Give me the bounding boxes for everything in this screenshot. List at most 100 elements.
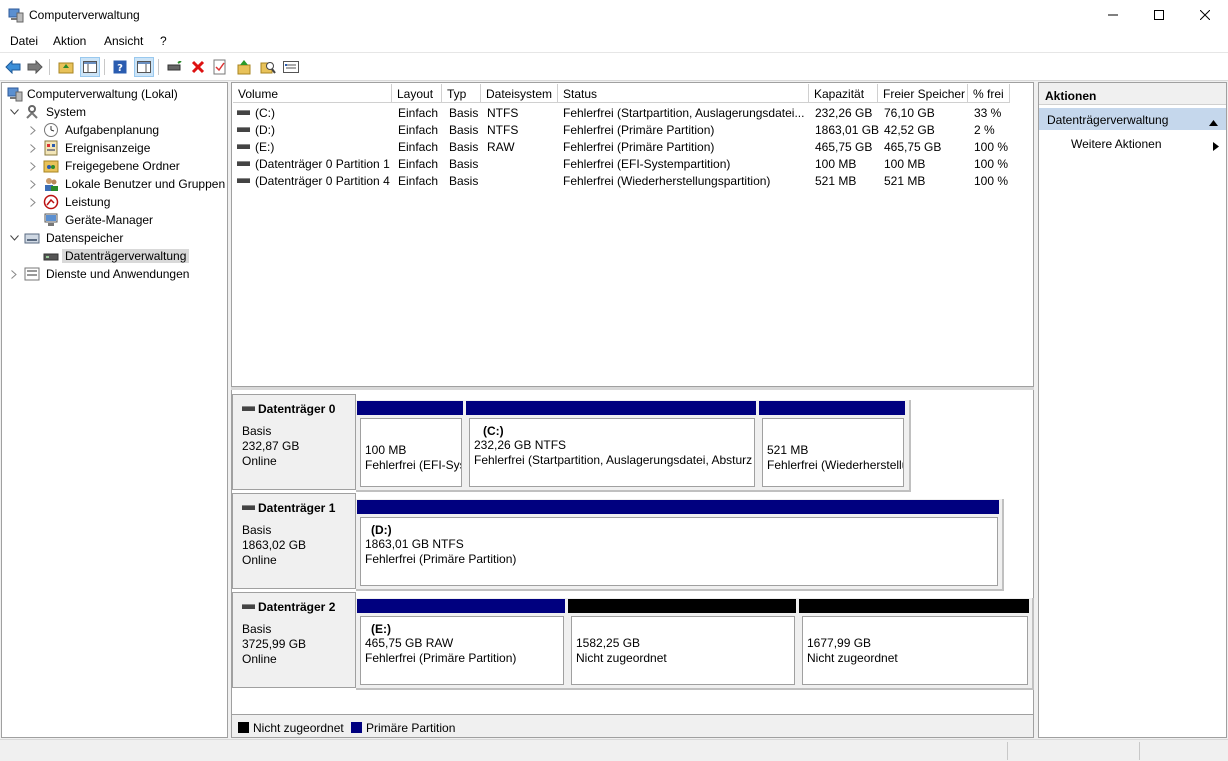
disk-management-icon [43, 248, 59, 264]
tree-node-ereignisanzeige[interactable]: Ereignisanzeige [5, 139, 225, 157]
disk-icon [242, 504, 255, 510]
layout-cell: Einfach [398, 174, 439, 188]
volume-row[interactable]: (D:) Einfach Basis NTFS Fehlerfrei (Prim… [233, 121, 1033, 138]
event-viewer-icon [43, 140, 59, 156]
percent-free-cell: 33 % [974, 106, 1002, 120]
weitere-aktionen-item[interactable]: Weitere Aktionen [1071, 137, 1162, 151]
partition-disk2-unallocated-2[interactable]: 1677,99 GB Nicht zugeordnet [799, 599, 1031, 687]
computer-management-icon [8, 7, 24, 23]
column-header-layout[interactable]: Layout [392, 84, 442, 103]
back-arrow-icon[interactable] [3, 57, 23, 77]
disk-0-state: Online [242, 454, 277, 468]
show-hide-actions-icon[interactable] [134, 57, 154, 77]
partition-status: Fehlerfrei (Primäre Partition) [365, 552, 517, 566]
percent-free-cell: 100 % [974, 174, 1009, 188]
free-space-cell: 465,75 GB [884, 140, 942, 154]
legend-swatch-primary [351, 722, 362, 733]
services-icon [24, 266, 40, 282]
disk-2-type: Basis [242, 622, 272, 636]
tree-label-freigaben: Freigegebene Ordner [65, 159, 180, 173]
maximize-button[interactable] [1136, 0, 1182, 30]
disk-0-label[interactable]: Datenträger 0 Basis 232,87 GB Online [232, 394, 356, 490]
chevron-down-icon[interactable] [8, 104, 20, 120]
tree-node-datentraegerverwaltung[interactable]: Datenträgerverwaltung [5, 247, 225, 265]
volume-icon [237, 144, 250, 149]
delete-icon[interactable] [188, 57, 208, 77]
filesystem-cell: NTFS [487, 106, 519, 120]
partition-disk0-c[interactable]: (C:) 232,26 GB NTFS Fehlerfrei (Startpar… [466, 401, 758, 489]
partition-size: 232,26 GB NTFS [474, 438, 567, 452]
free-space-cell: 100 MB [884, 157, 926, 171]
column-header-dateisystem[interactable]: Dateisystem [481, 84, 558, 103]
connect-disk-icon[interactable] [164, 57, 184, 77]
tree-node-system[interactable]: System [5, 103, 225, 121]
tree-node-root[interactable]: Computerverwaltung (Lokal) [5, 85, 225, 103]
menu-ansicht[interactable]: Ansicht [104, 34, 143, 48]
tree-node-datenspeicher[interactable]: Datenspeicher [5, 229, 225, 247]
settings-icon[interactable] [281, 57, 301, 77]
up-folder-icon[interactable] [56, 57, 76, 77]
weitere-aktionen-label: Weitere Aktionen [1071, 137, 1162, 151]
volume-row[interactable]: (Datenträger 0 Partition 4) Einfach Basi… [233, 172, 1033, 189]
minimize-button[interactable] [1090, 0, 1136, 30]
legend-label-primary: Primäre Partition [366, 721, 456, 735]
menu-help[interactable]: ? [160, 34, 167, 48]
forward-arrow-icon[interactable] [25, 57, 45, 77]
menu-aktion[interactable]: Aktion [53, 34, 86, 48]
disk-2-label[interactable]: Datenträger 2 Basis 3725,99 GB Online [232, 592, 356, 688]
disk-1-state: Online [242, 553, 277, 567]
tree-label-dienste: Dienste und Anwendungen [46, 267, 190, 281]
tree-node-geraete[interactable]: Geräte-Manager [5, 211, 225, 229]
chevron-right-icon[interactable] [27, 194, 39, 210]
tree-node-dienste[interactable]: Dienste und Anwendungen [5, 265, 225, 283]
chevron-right-icon[interactable] [8, 266, 20, 282]
layout-cell: Einfach [398, 123, 439, 137]
volume-row[interactable]: (E:) Einfach Basis RAW Fehlerfrei (Primä… [233, 138, 1033, 155]
actions-section-datentraegerverwaltung[interactable]: Datenträgerverwaltung [1039, 108, 1226, 130]
close-button[interactable] [1182, 0, 1228, 30]
partition-disk1-d[interactable]: (D:) 1863,01 GB NTFS Fehlerfrei (Primäre… [357, 500, 1001, 588]
partition-disk2-e[interactable]: (E:) 465,75 GB RAW Fehlerfrei (Primäre P… [357, 599, 567, 687]
chevron-down-icon[interactable] [8, 230, 20, 246]
partition-box: (D:) 1863,01 GB NTFS Fehlerfrei (Primäre… [360, 517, 998, 586]
column-header-kapazitaet[interactable]: Kapazität [809, 84, 878, 103]
partition-disk0-recovery[interactable]: 521 MB Fehlerfrei (Wiederherstellu [759, 401, 907, 489]
chevron-right-icon[interactable] [27, 176, 39, 192]
layout-cell: Einfach [398, 106, 439, 120]
menu-datei[interactable]: Datei [10, 34, 38, 48]
tree-node-benutzer[interactable]: Lokale Benutzer und Gruppen [5, 175, 225, 193]
column-header-status[interactable]: Status [558, 84, 809, 103]
column-header-prozent-frei[interactable]: % frei [968, 84, 1010, 103]
actions-header: Aktionen [1039, 83, 1226, 105]
disk-2-partitions: (E:) 465,75 GB RAW Fehlerfrei (Primäre P… [356, 598, 1034, 690]
partition-status: Fehlerfrei (EFI-Sys [365, 458, 462, 472]
tree-node-aufgabenplanung[interactable]: Aufgabenplanung [5, 121, 225, 139]
collapse-up-icon[interactable] [1209, 115, 1218, 129]
toolbar: ? [0, 52, 1228, 81]
partition-status: Fehlerfrei (Wiederherstellu [767, 458, 904, 472]
disk-1-label[interactable]: Datenträger 1 Basis 1863,02 GB Online [232, 493, 356, 589]
properties-check-icon[interactable] [210, 57, 230, 77]
device-manager-icon [43, 212, 59, 228]
volume-row[interactable]: (C:) Einfach Basis NTFS Fehlerfrei (Star… [233, 104, 1033, 121]
partition-disk2-unallocated-1[interactable]: 1582,25 GB Nicht zugeordnet [568, 599, 798, 687]
window-title: Computerverwaltung [29, 8, 140, 22]
chevron-right-icon[interactable] [27, 122, 39, 138]
chevron-right-icon[interactable] [27, 158, 39, 174]
column-header-freier-speicher[interactable]: Freier Speicher [878, 84, 968, 103]
help-icon[interactable]: ? [110, 57, 130, 77]
tree-label-datenspeicher: Datenspeicher [46, 231, 124, 245]
column-header-typ[interactable]: Typ [442, 84, 481, 103]
volume-row[interactable]: (Datenträger 0 Partition 1) Einfach Basi… [233, 155, 1033, 172]
chevron-right-icon[interactable] [27, 140, 39, 156]
tree-node-freigaben[interactable]: Freigegebene Ordner [5, 157, 225, 175]
tree-node-leistung[interactable]: Leistung [5, 193, 225, 211]
tree-label-root: Computerverwaltung (Lokal) [27, 87, 178, 101]
partition-disk0-efi[interactable]: 100 MB Fehlerfrei (EFI-Sys [357, 401, 465, 489]
free-space-cell: 42,52 GB [884, 123, 935, 137]
column-header-volume[interactable]: Volume [233, 84, 392, 103]
performance-icon [43, 194, 59, 210]
import-icon[interactable] [234, 57, 254, 77]
search-icon[interactable] [258, 57, 278, 77]
show-hide-tree-icon[interactable] [80, 57, 100, 77]
